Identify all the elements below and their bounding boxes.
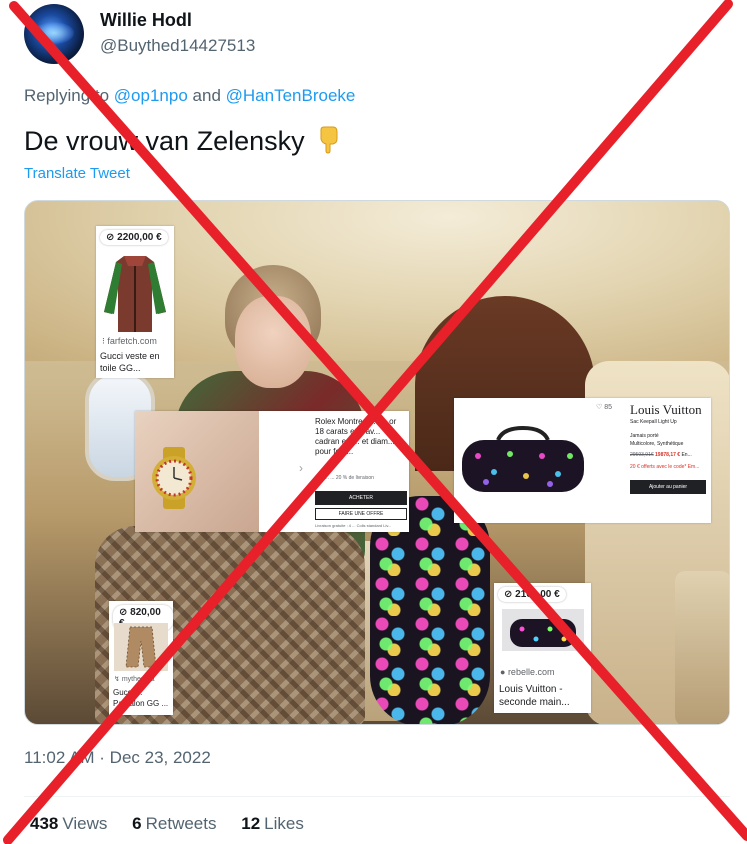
retweets-count: 6 <box>132 814 142 833</box>
lv-product-name: Sac Keepall Light Up <box>630 419 677 425</box>
product-card-lv-keepall: ♡ 85 Louis Vuitton Sac Keepall Light Up … <box>454 398 711 523</box>
lv-brand-title: Louis Vuitton <box>630 402 702 417</box>
product-card-lv-rebelle: ⊘ 2100,00 € ● rebelle.com Louis Vuitton … <box>494 583 591 713</box>
retweets-stat[interactable]: 6 Retweets <box>132 814 216 833</box>
cabin-seat-armrest <box>675 571 729 724</box>
rolex-photo <box>135 411 259 532</box>
product-card-gucci-jacket: ⊘ 2200,00 € ⁝ farfetch.com Gucci veste e… <box>96 226 174 378</box>
lv-price-extra: En... <box>681 452 692 458</box>
rolex-title: Rolex Montre P... en or 18 carats et... … <box>315 417 397 456</box>
lv-promo: 20 € offerts avec le code* Em... <box>630 464 700 470</box>
chevron-right-icon[interactable]: › <box>299 461 303 475</box>
lv-condition: Jamais porté <box>630 433 659 439</box>
tweet-text: De vrouw van Zelensky <box>24 124 343 157</box>
views-stat[interactable]: 438 Views <box>30 814 107 833</box>
pointing-down-emoji-icon <box>320 126 338 154</box>
lv-old-price: 29593,91€ <box>630 452 654 458</box>
rolex-buy-button: ACHETER <box>315 491 407 505</box>
lv-new-price: 19878,17 € <box>655 452 681 458</box>
source-label: ⁝ farfetch.com <box>102 336 157 346</box>
lv-price: 29593,91€ 19878,17 € En... <box>630 452 692 458</box>
replying-to-label: Replying to <box>24 86 110 105</box>
tag-icon: ⊘ <box>106 232 115 243</box>
mention-hantenbroeke[interactable]: @HanTenBroeke <box>226 86 356 105</box>
replying-to-joiner: and <box>192 86 221 105</box>
likes-stat[interactable]: 12 Likes <box>241 814 304 833</box>
product-card-gucci-pants: ⊘ 820,00 € ↯ mytheresa Gucci ... Pantalo… <box>109 601 173 715</box>
jacket-image <box>104 256 166 332</box>
heart-icon: ♡ 85 <box>596 404 613 411</box>
product-caption: Gucci ... Pantalon GG ... <box>113 688 169 708</box>
likes-count: 12 <box>241 814 261 833</box>
tweet-body: De vrouw van Zelensky <box>24 126 305 156</box>
likes-label: Likes <box>264 814 304 833</box>
source-label: ↯ mytheresa <box>114 676 155 683</box>
views-count: 438 <box>30 814 59 833</box>
translate-tweet-link[interactable]: Translate Tweet <box>24 165 130 182</box>
product-caption: Louis Vuitton - seconde main... <box>499 684 570 708</box>
retweets-label: Retweets <box>145 814 217 833</box>
pants-image <box>114 623 168 671</box>
lv-add-to-cart-button: Ajouter au panier <box>630 480 706 494</box>
price-tag: ⊘ 2200,00 € <box>100 230 168 245</box>
product-card-rolex: › Rolex Montre P... en or 18 carats et..… <box>135 411 409 532</box>
author-display-name[interactable]: Willie Hodl <box>100 10 192 31</box>
lv-material: Multicolore, Synthétique <box>630 441 684 447</box>
source-label: ● rebelle.com <box>500 667 555 677</box>
views-label: Views <box>62 814 108 833</box>
watch-image <box>152 447 196 509</box>
rolex-shipping-text: Livraison gratuite : 4 ... Colis standar… <box>315 523 392 528</box>
author-avatar[interactable] <box>24 4 84 64</box>
author-handle[interactable]: @Buythed14427513 <box>100 36 255 56</box>
keepall-bag-image <box>462 426 584 492</box>
rebelle-bag-image <box>502 609 584 651</box>
tag-icon: ⊘ <box>504 589 513 600</box>
tag-icon: ⊘ <box>119 607 128 618</box>
engagement-stats: 438 Views 6 Retweets 12 Likes <box>30 814 324 834</box>
rolex-offer-button: FAIRE UNE OFFRE <box>315 508 407 520</box>
lv-details: Jamais porté Multicolore, Synthétique <box>630 432 683 448</box>
tweet-media-image[interactable]: ⊘ 2200,00 € ⁝ farfetch.com Gucci veste e… <box>24 200 730 725</box>
price-tag: ⊘ 2100,00 € <box>498 587 566 602</box>
tweet-timestamp[interactable]: 11:02 AM · Dec 23, 2022 <box>24 748 211 768</box>
mention-op1npo[interactable]: @op1npo <box>114 86 188 105</box>
rolex-small-text: 10 0... ... 20 % de livraison <box>315 475 374 481</box>
replying-to-line: Replying to @op1npo and @HanTenBroeke <box>24 86 355 106</box>
divider <box>24 796 730 797</box>
woman-figure-face <box>235 296 311 388</box>
more-icon[interactable]: ·· <box>707 8 721 29</box>
product-caption: Gucci veste en toile GG... <box>100 351 160 373</box>
